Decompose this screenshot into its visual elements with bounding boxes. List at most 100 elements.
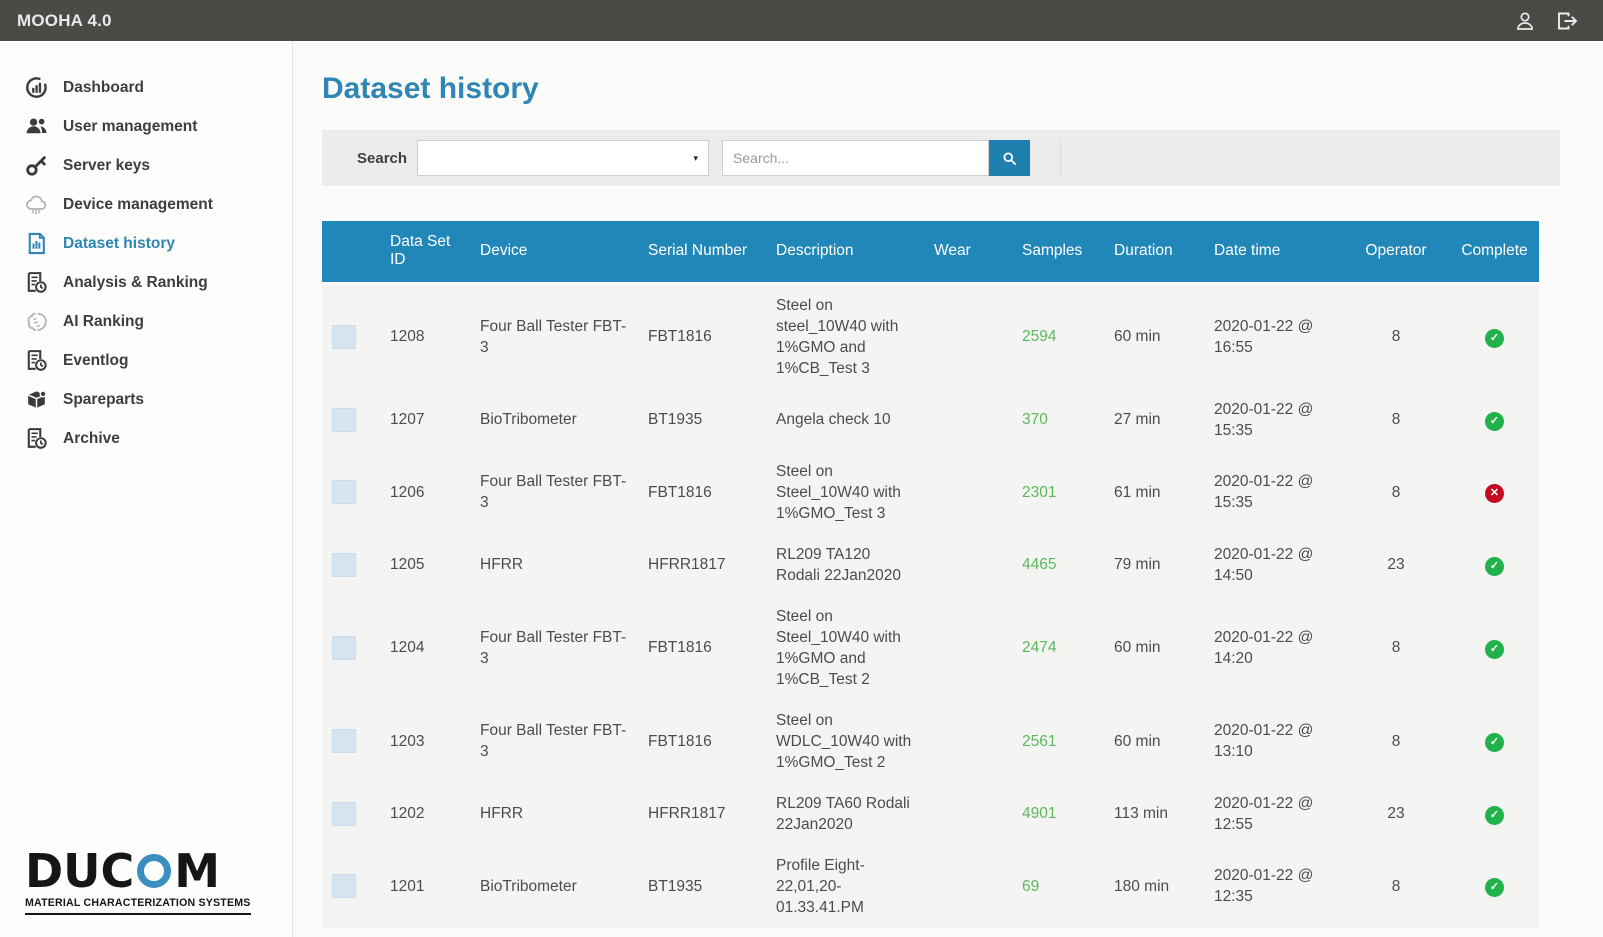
app-window: MOOHA 4.0 Dashboard User management Server… — [0, 0, 1603, 937]
sidebar-item-label: Analysis & Ranking — [63, 273, 208, 291]
sidebar-item-label: AI Ranking — [63, 312, 144, 330]
cell-device: HFRR — [480, 556, 524, 573]
cell-samples[interactable]: 2301 — [1022, 484, 1056, 501]
search-filter-select[interactable]: ▾ — [417, 140, 710, 176]
row-checkbox[interactable] — [332, 729, 356, 753]
column-header[interactable]: Complete — [1450, 221, 1539, 283]
cell-device: Four Ball Tester FBT-3 — [480, 628, 627, 667]
cell-dataset-id: 1205 — [390, 556, 425, 573]
sidebar-item-eventlog[interactable]: Eventlog — [0, 341, 292, 380]
cell-device: BioTribometer — [480, 411, 577, 428]
cell-samples[interactable]: 370 — [1022, 411, 1048, 428]
search-input[interactable] — [722, 140, 990, 176]
complete-check-icon: ✓ — [1485, 328, 1504, 348]
column-header[interactable]: Duration — [1104, 221, 1204, 283]
table-row[interactable]: 1201 BioTribometer BT1935 Profile Eight- 22… — [322, 844, 1539, 928]
table-row[interactable]: 1204 Four Ball Tester FBT-3 FBT1816 Steel o… — [322, 595, 1539, 700]
sidebar-item-dataset-history[interactable]: Dataset history — [0, 224, 292, 263]
cell-description: RL209 TA120 Rodali 22Jan2020 — [776, 545, 901, 584]
dataset-history-table: Data Set ID Device Serial Number Descriptio… — [322, 221, 1539, 928]
cell-device: Four Ball Tester FBT-3 — [480, 722, 627, 760]
table-row[interactable]: 1207 BioTribometer BT1935 Angela check 10 37… — [322, 388, 1539, 451]
row-checkbox[interactable] — [332, 552, 356, 577]
sidebar-item-server-keys[interactable]: Server keys — [0, 146, 292, 185]
cell-operator: 8 — [1391, 732, 1401, 750]
cell-device: Four Ball Tester FBT-3 — [480, 473, 627, 511]
table-row[interactable]: 1202 HFRR HFRR1817 RL209 TA60 Rodali 22Jan2… — [322, 782, 1539, 845]
sidebar-item-ai-ranking[interactable]: AI Ranking — [0, 302, 292, 341]
column-header[interactable]: Date time — [1204, 221, 1342, 283]
doc-chart-icon — [23, 231, 50, 256]
cell-serial-number: FBT1816 — [648, 328, 712, 345]
cell-operator: 8 — [1391, 639, 1401, 656]
sidebar-item-label: Device management — [63, 195, 213, 213]
column-header[interactable]: Operator — [1342, 221, 1450, 283]
sidebar-item-spareparts[interactable]: Spareparts — [0, 380, 292, 419]
sidebar-item-dashboard[interactable]: Dashboard — [0, 68, 292, 107]
cell-duration: 60 min — [1114, 639, 1161, 656]
sidebar-item-label: Eventlog — [63, 351, 129, 369]
cell-duration: 113 min — [1114, 805, 1168, 822]
row-checkbox[interactable] — [332, 801, 356, 826]
user-profile-icon[interactable] — [1513, 9, 1537, 33]
row-checkbox[interactable] — [332, 635, 356, 660]
cell-serial-number: HFRR1817 — [648, 556, 726, 573]
cell-operator: 8 — [1391, 877, 1401, 895]
search-bar: Search ▾ — [322, 130, 1560, 186]
cell-samples[interactable]: 4465 — [1022, 556, 1056, 573]
cell-samples[interactable]: 69 — [1022, 878, 1039, 895]
row-checkbox[interactable] — [332, 407, 356, 432]
complete-check-icon: ✓ — [1485, 556, 1504, 576]
cell-samples[interactable]: 2594 — [1022, 328, 1056, 345]
cell-operator: 23 — [1387, 556, 1405, 573]
search-button[interactable] — [989, 140, 1031, 176]
cell-samples[interactable]: 4901 — [1022, 805, 1056, 822]
cell-operator: 8 — [1391, 483, 1401, 501]
cell-duration: 180 min — [1114, 877, 1170, 895]
row-checkbox[interactable] — [332, 324, 356, 349]
table-row[interactable]: 1205 HFRR HFRR1817 RL209 TA120 Rodali 22Jan… — [322, 533, 1539, 596]
column-header[interactable] — [322, 221, 380, 283]
column-header[interactable]: Samples — [1012, 221, 1104, 283]
table-row[interactable]: 1208 Four Ball Tester FBT-3 FBT1816 Steel o… — [322, 283, 1539, 389]
cell-samples[interactable]: 2561 — [1022, 733, 1056, 750]
cell-dataset-id: 1204 — [390, 639, 425, 656]
column-header[interactable]: Description — [766, 221, 924, 283]
complete-check-icon: ✓ — [1485, 878, 1504, 897]
cell-samples[interactable]: 2474 — [1022, 639, 1056, 656]
page-title: Dataset history — [322, 72, 539, 105]
search-strip-divider — [1060, 138, 1062, 178]
cell-serial-number: BT1935 — [648, 411, 703, 428]
cell-device: BioTribometer — [480, 877, 577, 895]
table-header-row: Data Set ID Device Serial Number Descriptio… — [322, 221, 1539, 283]
cell-dataset-id: 1203 — [390, 732, 425, 750]
row-checkbox[interactable] — [332, 480, 356, 504]
cell-device: HFRR — [480, 805, 524, 822]
column-header[interactable]: Data Set ID — [380, 221, 470, 283]
sidebar-item-user-management[interactable]: User management — [0, 107, 292, 146]
column-header[interactable]: Serial Number — [638, 221, 766, 283]
search-label: Search — [357, 149, 408, 167]
doc-clock-icon — [23, 270, 50, 295]
table-row[interactable]: 1206 Four Ball Tester FBT-3 FBT1816 Steel o… — [322, 450, 1539, 534]
cell-duration: 61 min — [1114, 483, 1161, 501]
sidebar-item-label: Dataset history — [63, 234, 175, 252]
table-row[interactable]: 1203 Four Ball Tester FBT-3 FBT1816 Steel o… — [322, 699, 1539, 783]
cell-operator: 8 — [1391, 328, 1401, 345]
cell-datetime: 2020-01-22 @ 16:55 — [1214, 317, 1314, 356]
logout-icon[interactable] — [1555, 9, 1579, 33]
cell-serial-number: FBT1816 — [648, 639, 712, 656]
cell-dataset-id: 1202 — [390, 805, 425, 822]
row-checkbox[interactable] — [332, 874, 356, 898]
column-header[interactable]: Device — [470, 221, 638, 283]
sidebar-item-device-management[interactable]: Device management — [0, 185, 292, 224]
cell-datetime: 2020-01-22 @ 12:35 — [1214, 867, 1314, 905]
doc-clock-icon — [23, 348, 50, 373]
sidebar-item-analysis-ranking[interactable]: Analysis & Ranking — [0, 263, 292, 302]
sidebar-item-label: Dashboard — [63, 78, 144, 96]
users-icon — [23, 114, 50, 139]
cell-operator: 23 — [1387, 805, 1405, 822]
column-header[interactable]: Wear — [924, 221, 1012, 283]
cell-device: Four Ball Tester FBT-3 — [480, 317, 627, 356]
sidebar-item-archive[interactable]: Archive — [0, 419, 292, 458]
